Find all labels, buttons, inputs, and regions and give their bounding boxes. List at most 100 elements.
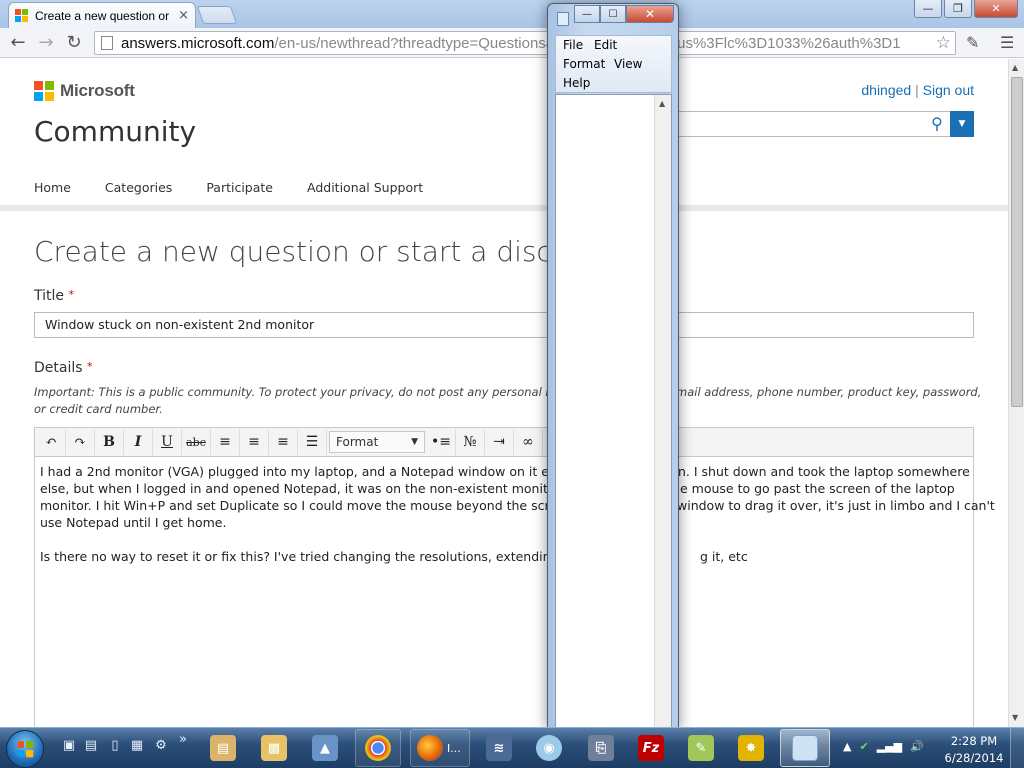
notepad-window[interactable]: — ☐ ✕ File Edit Format View Help ▲	[547, 3, 679, 731]
folder-window-icon: ▤	[210, 735, 236, 761]
privacy-notice-line1-left: Important: This is a public community. T…	[34, 385, 567, 399]
indent-icon[interactable]: ⇥	[485, 429, 514, 455]
minimize-button[interactable]: —	[914, 0, 942, 18]
quicklaunch-phone-icon[interactable]: ▯	[106, 737, 124, 755]
tray-check-icon[interactable]: ✔	[859, 740, 868, 753]
reload-icon[interactable]: ↻	[62, 32, 86, 54]
nav-additional-support[interactable]: Additional Support	[307, 180, 423, 195]
shark-fin-icon: ≋	[486, 735, 512, 761]
search-icon[interactable]: ⚲	[924, 112, 950, 136]
notepad-maximize-button[interactable]: ☐	[600, 5, 626, 23]
notepad-minimize-button[interactable]: —	[574, 5, 600, 23]
taskbar-wireshark[interactable]: ≋	[476, 729, 522, 767]
address-bar[interactable]: answers.microsoft.com/en-us/newthread?th…	[94, 31, 956, 55]
bold-button[interactable]: B	[95, 429, 124, 455]
undo-icon[interactable]: ↶	[37, 429, 66, 455]
page-scrollbar[interactable]: ▲ ▼	[1008, 59, 1024, 727]
system-tray: ▲ ✔ ▂▄▆ 🔊	[843, 740, 924, 753]
notepad-titlebar[interactable]: — ☐ ✕	[548, 4, 678, 32]
maximize-button[interactable]: ❐	[944, 0, 972, 18]
back-arrow-icon[interactable]: ←	[6, 32, 30, 54]
taskbar-filezilla[interactable]: Fz	[628, 729, 674, 767]
sign-out-link[interactable]: Sign out	[923, 82, 974, 98]
notepad-menubar: File Edit Format View Help	[555, 35, 672, 93]
bullet-list-icon[interactable]: •≡	[427, 429, 456, 455]
notepad-window-controls: — ☐ ✕	[574, 5, 674, 23]
forward-arrow-icon[interactable]: →	[34, 32, 58, 54]
required-marker: *	[68, 288, 74, 301]
redo-icon[interactable]: ↷	[66, 429, 95, 455]
align-right-icon[interactable]: ≡	[269, 429, 298, 455]
chrome-icon	[365, 735, 391, 761]
clock-date: 6/28/2014	[944, 751, 1004, 765]
justify-icon[interactable]: ☰	[298, 429, 327, 455]
taskbar-notepadpp[interactable]: ✎	[678, 729, 724, 767]
menu-format[interactable]: Format	[563, 57, 605, 71]
tab-close-icon[interactable]: ×	[178, 8, 189, 23]
align-left-icon[interactable]: ≡	[211, 429, 240, 455]
close-button[interactable]: ✕	[974, 0, 1018, 18]
menu-file[interactable]: File	[563, 38, 583, 52]
scroll-up-icon[interactable]: ▲	[659, 99, 665, 108]
quicklaunch-monitor-icon[interactable]: ▤	[82, 737, 100, 755]
show-desktop-button[interactable]	[1010, 728, 1024, 768]
nav-home[interactable]: Home	[34, 180, 71, 195]
link-icon[interactable]: ∞	[514, 429, 543, 455]
tab-create-question[interactable]: Create a new question or s ×	[8, 2, 196, 28]
notepad-icon	[557, 12, 569, 26]
taskbar-explorer-window[interactable]: ▤	[200, 729, 246, 767]
firefox-taskbar-label: I...	[447, 741, 461, 755]
main-navigation: Home Categories Participate Additional S…	[34, 180, 457, 195]
menu-edit[interactable]: Edit	[594, 38, 617, 52]
numbered-list-icon[interactable]: №	[456, 429, 485, 455]
details-editor[interactable]: I had a 2nd monitor (VGA) plugged into m…	[34, 457, 995, 727]
underline-button[interactable]: U	[153, 429, 182, 455]
notepad-close-button[interactable]: ✕	[626, 5, 674, 23]
nav-categories[interactable]: Categories	[105, 180, 172, 195]
taskbar-libraries[interactable]: ▩	[251, 729, 297, 767]
user-name-link[interactable]: dhinged	[861, 82, 911, 98]
taskbar-remote-desktop[interactable]: ⎘	[578, 729, 624, 767]
scroll-up-icon[interactable]: ▲	[1012, 63, 1018, 72]
search-input[interactable]	[676, 111, 950, 137]
italic-button[interactable]: I	[124, 429, 153, 455]
quicklaunch-desktop-icon[interactable]: ▣	[60, 737, 78, 755]
start-button[interactable]	[6, 730, 44, 768]
taskbar-firefox[interactable]: I...	[410, 729, 470, 767]
tray-expand-icon[interactable]: ▲	[843, 740, 851, 753]
notepad-icon	[792, 735, 818, 761]
body-line1-right: n. I shut down and took the laptop somew…	[678, 464, 970, 479]
chevron-down-icon: ▼	[411, 437, 418, 447]
microsoft-logo[interactable]: Microsoft	[34, 81, 135, 101]
nav-participate[interactable]: Participate	[206, 180, 273, 195]
strikethrough-button[interactable]: abc	[182, 429, 211, 455]
scroll-down-icon[interactable]: ▼	[1012, 713, 1018, 722]
details-label-text: Details	[34, 360, 83, 376]
quicklaunch-more-icon[interactable]: »	[174, 731, 192, 749]
quicklaunch-calc-icon[interactable]: ▦	[128, 737, 146, 755]
notepad-scrollbar[interactable]: ▲	[654, 95, 671, 730]
site-section-title[interactable]: Community	[34, 115, 196, 148]
align-center-icon[interactable]: ≡	[240, 429, 269, 455]
quicklaunch-tools-icon[interactable]: ⚙	[152, 737, 170, 755]
signal-strength-icon[interactable]: ▂▄▆	[877, 740, 902, 753]
eyedropper-extension-icon[interactable]: ✎	[966, 33, 979, 52]
menu-view[interactable]: View	[614, 57, 642, 71]
new-tab-button[interactable]	[196, 6, 238, 24]
menu-help[interactable]: Help	[563, 76, 590, 90]
body-line3-left: monitor. I hit Win+P and set Duplicate s…	[40, 498, 585, 513]
menu-icon[interactable]: ☰	[1000, 33, 1014, 52]
taskbar-wasp-app[interactable]: ✸	[728, 729, 774, 767]
taskbar-chrome[interactable]	[355, 729, 401, 767]
title-field[interactable]: Window stuck on non-existent 2nd monitor	[34, 312, 974, 338]
volume-icon[interactable]: 🔊	[910, 740, 924, 753]
format-select[interactable]: Format ▼	[329, 431, 425, 453]
bookmark-star-icon[interactable]: ☆	[936, 33, 951, 53]
scrollbar-thumb[interactable]	[1011, 77, 1023, 407]
taskbar-notepad[interactable]	[780, 729, 830, 767]
taskbar-app-cat[interactable]: ◉	[526, 729, 572, 767]
clock[interactable]: 2:28 PM 6/28/2014	[944, 733, 1004, 767]
search-scope-dropdown[interactable]: ▼	[950, 111, 974, 137]
notepad-text-area[interactable]: ▲	[555, 94, 672, 731]
taskbar-virtualbox[interactable]: ▲	[302, 729, 348, 767]
